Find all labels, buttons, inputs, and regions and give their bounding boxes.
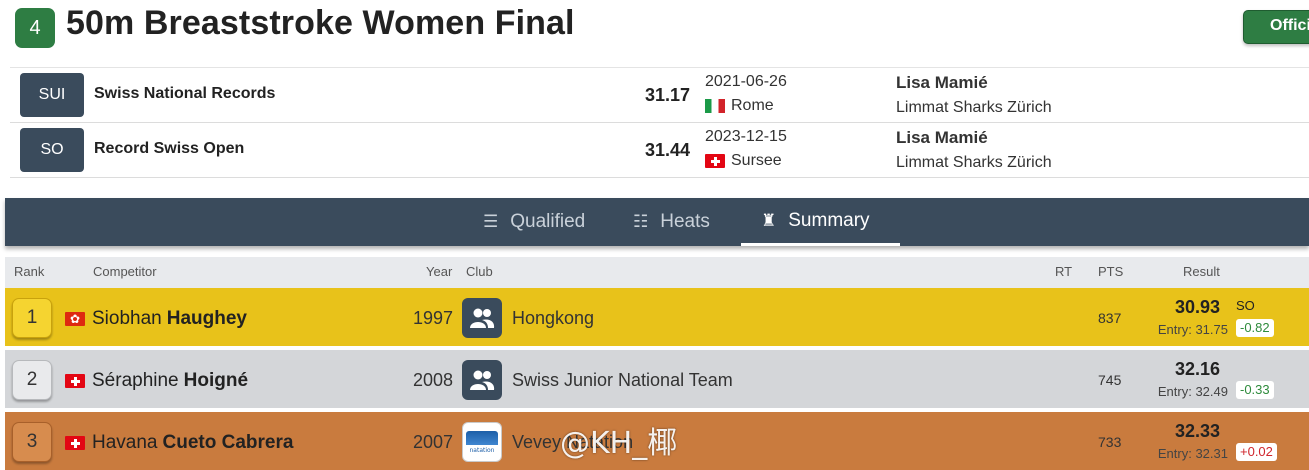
- wave-logo-graphic: [466, 430, 498, 445]
- competitor[interactable]: Havana Cueto Cabrera: [65, 432, 293, 454]
- header-club: Club: [466, 264, 493, 279]
- result-time: 30.93: [1174, 297, 1220, 317]
- competitor[interactable]: Siobhan Haughey: [65, 308, 247, 330]
- tab-qualified[interactable]: ☰ Qualified: [483, 198, 585, 246]
- switzerland-flag-icon: [65, 436, 85, 450]
- record-badge: SO: [1236, 298, 1255, 313]
- italy-flag-icon: [705, 99, 725, 113]
- group-icon: [462, 360, 502, 400]
- birth-year: 2007: [412, 432, 453, 452]
- record-time: 31.44: [644, 140, 690, 160]
- results-tab-bar: ☰ Qualified ☷ Heats ♜ Summary: [5, 198, 1309, 246]
- table-header: Rank Competitor Year Club RT PTS Result: [5, 257, 1309, 288]
- hong-kong-flag-icon: [65, 310, 85, 328]
- watermark: @KH_椰: [560, 426, 678, 461]
- entry-time: Entry: 32.31: [1157, 446, 1228, 461]
- tab-label: Summary: [788, 209, 870, 231]
- entry-time: Entry: 31.75: [1157, 322, 1228, 337]
- numbered-list-icon: ☷: [633, 212, 649, 232]
- tab-heats[interactable]: ☷ Heats: [633, 198, 710, 246]
- record-club: Limmat Sharks Zürich: [896, 154, 1052, 171]
- podium-icon: ♜: [761, 210, 777, 231]
- entry-time: Entry: 32.49: [1157, 384, 1228, 399]
- record-place-name: Sursee: [731, 152, 782, 169]
- record-time: 31.17: [644, 85, 690, 105]
- club-logo-text: natation: [469, 446, 495, 454]
- ordered-list-icon: ☰: [483, 212, 499, 232]
- header-rt: RT: [1055, 264, 1073, 279]
- records-table: SUI Swiss National Records 31.17 2021-06…: [10, 67, 1309, 178]
- competitor-first-name: Séraphine: [92, 370, 179, 391]
- club-name[interactable]: Swiss Junior National Team: [512, 370, 733, 391]
- birth-year: 2008: [412, 370, 453, 390]
- switzerland-flag-icon: [65, 374, 85, 388]
- switzerland-flag-icon: [705, 154, 725, 168]
- table-row[interactable]: 1 Siobhan Haughey 1997 Hongkong 837 30.9…: [5, 288, 1309, 348]
- competitor-last-name: Haughey: [166, 308, 247, 329]
- event-header: 4 50m Breaststroke Women Final Official: [0, 0, 1309, 64]
- group-icon: [462, 298, 502, 338]
- record-row: SO Record Swiss Open 31.44 2023-12-15 Su…: [10, 123, 1309, 178]
- competitor-last-name: Hoigné: [183, 370, 249, 391]
- competitor[interactable]: Séraphine Hoigné: [65, 370, 248, 392]
- record-name: Record Swiss Open: [94, 140, 245, 157]
- result-time: 32.16: [1174, 359, 1220, 379]
- record-name: Swiss National Records: [94, 85, 276, 102]
- time-difference: -0.33: [1236, 381, 1274, 399]
- header-year: Year: [426, 264, 453, 279]
- tab-summary[interactable]: ♜ Summary: [741, 198, 900, 246]
- result-time: 32.33: [1174, 421, 1220, 441]
- event-number-badge: 4: [15, 8, 55, 48]
- record-row: SUI Swiss National Records 31.17 2021-06…: [10, 68, 1309, 123]
- record-place: Sursee: [705, 152, 782, 170]
- club-logo-icon: natation: [462, 422, 502, 462]
- record-date: 2023-12-15: [705, 128, 787, 145]
- birth-year: 1997: [412, 308, 453, 328]
- tab-label: Heats: [660, 211, 710, 232]
- header-pts: PTS: [1098, 264, 1124, 279]
- record-holder[interactable]: Lisa Mamié: [896, 73, 988, 93]
- header-rank: Rank: [14, 264, 45, 279]
- tab-label: Qualified: [510, 211, 586, 232]
- header-competitor: Competitor: [93, 264, 157, 279]
- competitor-first-name: Havana: [92, 432, 158, 453]
- record-place-name: Rome: [731, 97, 774, 114]
- competitor-last-name: Cueto Cabrera: [162, 432, 294, 453]
- header-result: Result: [1183, 264, 1220, 279]
- table-row[interactable]: 2 Séraphine Hoigné 2008 Swiss Junior Nat…: [5, 350, 1309, 410]
- record-club: Limmat Sharks Zürich: [896, 99, 1052, 116]
- competitor-first-name: Siobhan: [92, 308, 162, 329]
- record-place: Rome: [705, 97, 774, 115]
- record-holder[interactable]: Lisa Mamié: [896, 128, 988, 148]
- rank-badge: 3: [12, 422, 52, 462]
- rank-badge: 1: [12, 298, 52, 338]
- rank-badge: 2: [12, 360, 52, 400]
- official-button[interactable]: Official: [1243, 10, 1309, 44]
- record-code-badge: SO: [20, 128, 84, 172]
- time-difference: -0.82: [1236, 319, 1274, 337]
- record-code-badge: SUI: [20, 73, 84, 117]
- record-date: 2021-06-26: [705, 73, 787, 90]
- club-name[interactable]: Hongkong: [512, 308, 594, 329]
- time-difference: +0.02: [1236, 443, 1277, 461]
- page-title: 50m Breaststroke Women Final: [66, 4, 575, 42]
